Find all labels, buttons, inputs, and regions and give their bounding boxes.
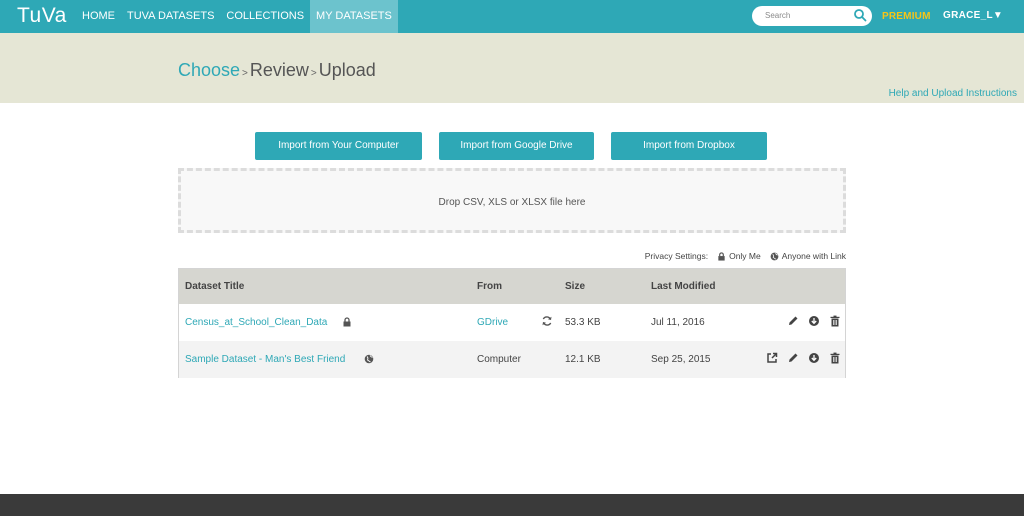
import-google-drive-button[interactable]: Import from Google Drive — [439, 132, 594, 160]
nav-home[interactable]: HOME — [76, 0, 121, 33]
dropzone-label: Drop CSV, XLS or XLSX file here — [438, 197, 586, 208]
trash-icon[interactable] — [829, 315, 841, 327]
step-review: Review — [249, 60, 309, 80]
step-upload: Upload — [318, 60, 376, 80]
privacy-only-me: Only Me — [729, 251, 761, 261]
tuva-logo[interactable]: TuVa — [17, 4, 67, 28]
refresh-icon[interactable] — [541, 315, 553, 327]
top-navbar: TuVa HOME TUVA DATASETS COLLECTIONS MY D… — [0, 0, 1024, 33]
step-choose: Choose — [178, 60, 241, 80]
lock-icon — [343, 317, 351, 327]
nav-collections[interactable]: COLLECTIONS — [220, 0, 310, 33]
lock-icon — [718, 251, 725, 261]
pencil-icon[interactable] — [787, 352, 799, 364]
privacy-label: Privacy Settings: — [644, 251, 709, 261]
privacy-legend: Privacy Settings: Only Me Anyone with Li… — [645, 251, 846, 261]
search-placeholder: Search — [765, 11, 791, 20]
search-icon[interactable] — [853, 8, 867, 22]
dataset-title-link[interactable]: Census_at_School_Clean_Data — [185, 317, 327, 328]
search-input[interactable]: Search — [752, 6, 872, 26]
col-from[interactable]: From — [477, 281, 502, 292]
col-dataset-title[interactable]: Dataset Title — [185, 281, 244, 292]
table-header: Dataset Title From Size Last Modified — [179, 269, 845, 304]
dataset-size: 53.3 KB — [565, 317, 601, 328]
dataset-size: 12.1 KB — [565, 354, 601, 365]
step-separator: > — [310, 68, 317, 79]
from-source-link[interactable]: GDrive — [477, 317, 508, 328]
dataset-modified: Sep 25, 2015 — [651, 354, 711, 365]
trash-icon[interactable] — [829, 352, 841, 364]
step-separator: > — [242, 68, 248, 79]
table-row: Census_at_School_Clean_Data GDrive 53.3 … — [179, 304, 845, 341]
datasets-table: Dataset Title From Size Last Modified Ce… — [178, 268, 846, 378]
step-header: Choose > Review > Upload Help and Upload Ins… — [0, 33, 1024, 103]
nav-tuva-datasets[interactable]: TUVA DATASETS — [121, 0, 220, 33]
help-upload-link[interactable]: Help and Upload Instructions — [889, 88, 1017, 99]
globe-icon — [770, 252, 779, 260]
from-source: Computer — [477, 354, 521, 365]
import-computer-button[interactable]: Import from Your Computer — [255, 132, 422, 160]
nav-my-datasets[interactable]: MY DATASETS — [310, 0, 398, 33]
main-nav: HOME TUVA DATASETS COLLECTIONS MY DATASE… — [76, 0, 398, 33]
import-dropbox-button[interactable]: Import from Dropbox — [611, 132, 767, 160]
user-menu[interactable]: GRACE_L▼ — [943, 10, 1003, 21]
premium-link[interactable]: PREMIUM — [882, 11, 931, 22]
table-row: Sample Dataset - Man's Best Friend Compu… — [179, 341, 845, 378]
dataset-modified: Jul 11, 2016 — [651, 317, 705, 328]
privacy-anyone: Anyone with Link — [781, 251, 846, 261]
pencil-icon[interactable] — [787, 315, 799, 327]
share-icon[interactable] — [766, 352, 778, 364]
col-last-modified[interactable]: Last Modified — [651, 281, 715, 292]
dataset-title-link[interactable]: Sample Dataset - Man's Best Friend — [185, 354, 345, 365]
download-icon[interactable] — [808, 315, 820, 327]
page-footer — [0, 494, 1024, 516]
col-size[interactable]: Size — [565, 281, 585, 292]
file-dropzone[interactable]: Drop CSV, XLS or XLSX file here — [178, 168, 846, 233]
breadcrumb: Choose > Review > Upload — [178, 60, 376, 81]
globe-icon — [364, 354, 374, 364]
download-icon[interactable] — [808, 352, 820, 364]
